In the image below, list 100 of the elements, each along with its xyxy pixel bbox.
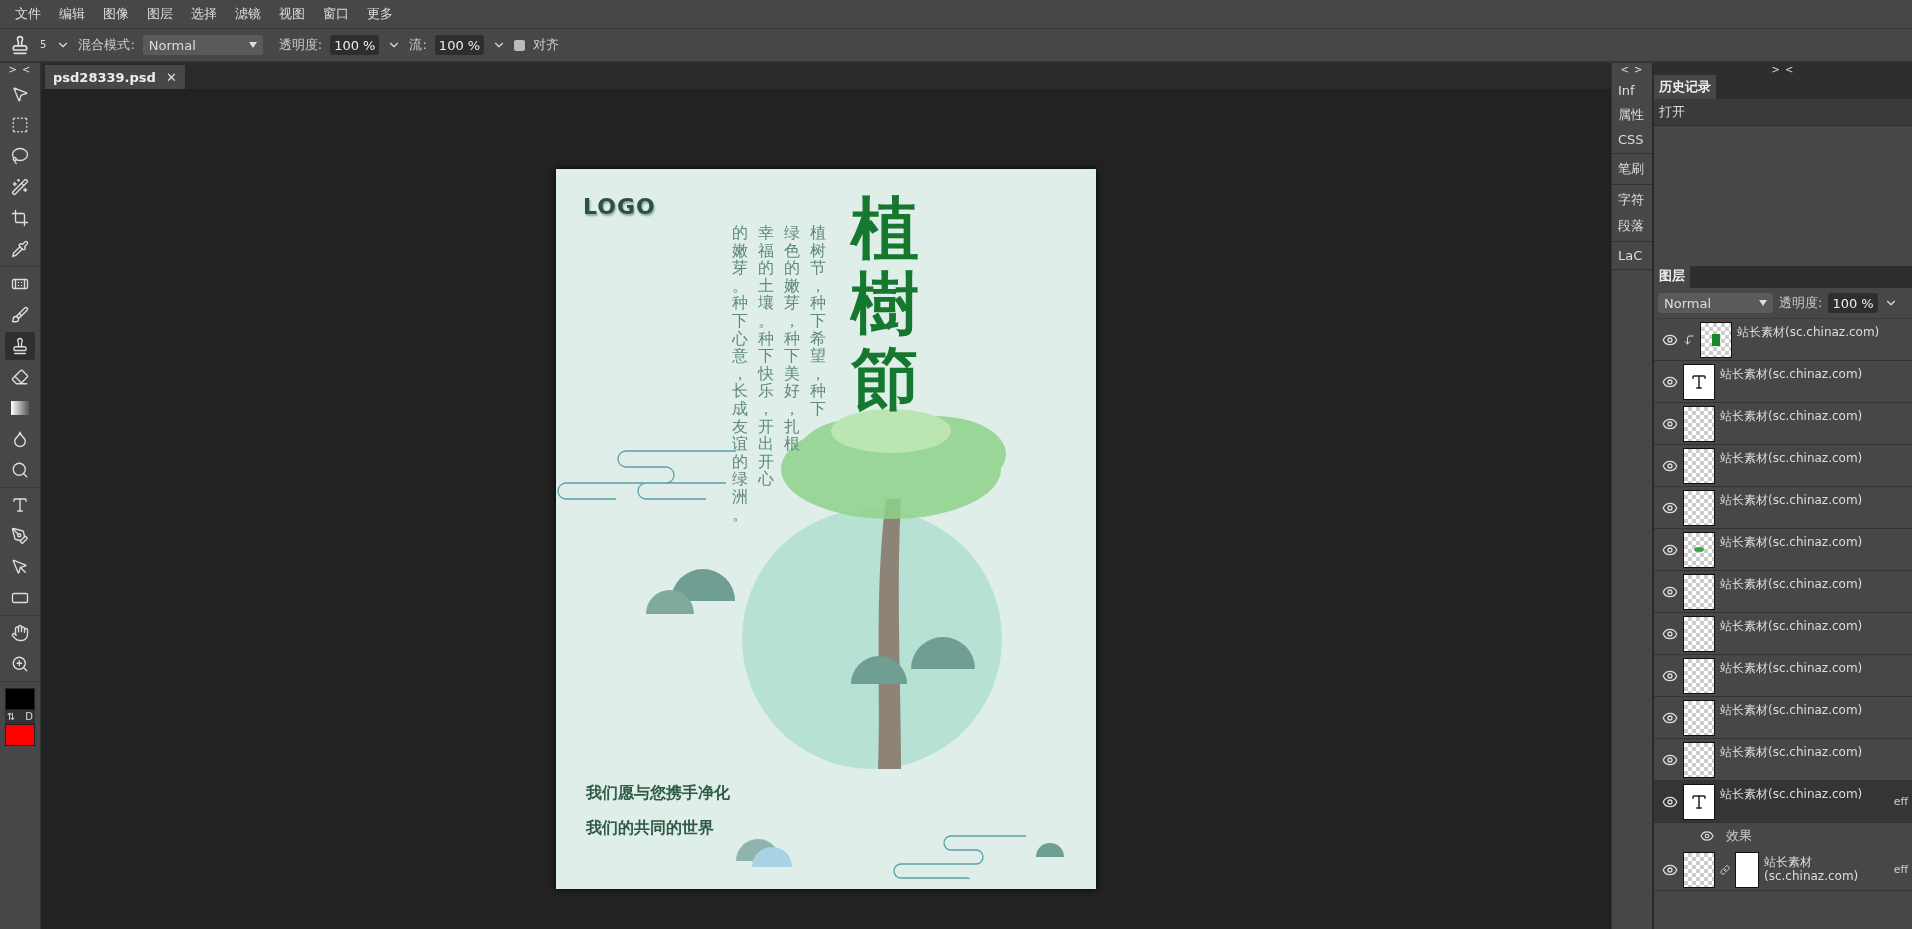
blend-mode-label: 混合模式: [78, 36, 135, 54]
collapse-toggle[interactable]: < > [1612, 63, 1652, 77]
opacity-field[interactable]: 100 % [330, 35, 380, 55]
color-swatch[interactable] [5, 688, 35, 710]
lasso-icon [11, 147, 29, 165]
flow-label: 流: [409, 36, 427, 54]
menu-item[interactable]: 更多 [358, 5, 402, 23]
blend-mode-dropdown[interactable]: Normal [1658, 293, 1773, 313]
opacity-field[interactable]: 100 % [1828, 293, 1878, 313]
panel-tab[interactable]: 段落 [1612, 213, 1652, 239]
layer-name: 站长素材(sc.chinaz.com) [1720, 577, 1864, 591]
layer-name: 站长素材(sc.chinaz.com) [1720, 535, 1864, 549]
zoom-icon [11, 655, 29, 673]
layer-name: 站长素材(sc.chinaz.com) [1737, 325, 1881, 339]
text-layer-icon [1690, 372, 1708, 391]
poster-title: 植樹節 [851, 191, 919, 416]
layer-row[interactable]: 站长素材(sc.chinaz.com) [1654, 613, 1912, 655]
collapse-toggle[interactable]: > < [1654, 63, 1912, 77]
layer-row[interactable]: 站长素材(sc.chinaz.com) [1654, 529, 1912, 571]
layers-tab[interactable]: 图层 [1654, 264, 1690, 288]
layer-name: 站长素材(sc.chinaz.com) [1720, 493, 1864, 507]
layer-name: 站长素材(sc.chinaz.com) [1720, 745, 1864, 759]
collapse-toggle[interactable]: > < [8, 63, 32, 77]
layer-row[interactable]: 站长素材(sc.chinaz.com) [1654, 445, 1912, 487]
move-icon [11, 85, 29, 103]
layer-row[interactable]: 站长素材(sc.chinaz.com) [1654, 403, 1912, 445]
layer-name: 站长素材(sc.chinaz.com) [1720, 661, 1864, 675]
layer-name: 站长素材(sc.chinaz.com) [1720, 703, 1864, 717]
layer-row[interactable]: 站长素材(sc.chinaz.com) eff [1654, 781, 1912, 823]
menu-item[interactable]: 选择 [182, 5, 226, 23]
link-icon [1720, 864, 1730, 875]
menu-item[interactable]: 图像 [94, 5, 138, 23]
panel-tab[interactable]: 字符 [1612, 187, 1652, 213]
default-colors-button[interactable]: D [23, 710, 35, 724]
swap-colors-button[interactable]: ⇅ [5, 710, 18, 724]
menu-item[interactable]: 编辑 [50, 5, 94, 23]
layer-name: 站长素材(sc.chinaz.com) [1720, 409, 1864, 423]
layer-name: 站长素材(sc.chinaz.com) [1720, 367, 1864, 381]
layer-row[interactable]: 站长素材(sc.chinaz.com) [1654, 361, 1912, 403]
eraser-icon [11, 368, 29, 386]
panel-tab[interactable]: CSS [1612, 128, 1652, 151]
layer-name: 站长素材(sc.chinaz.com) [1720, 619, 1864, 633]
caret-icon [248, 42, 257, 48]
history-entry[interactable]: 打开 [1654, 99, 1912, 126]
slogan-line: 我们的共同的世界 [586, 818, 715, 839]
menu-item[interactable]: 窗口 [314, 5, 358, 23]
marquee-icon [11, 116, 29, 134]
leaf-icon [1694, 547, 1704, 552]
panel-tab[interactable]: LaC [1612, 244, 1652, 267]
stamp-icon [11, 337, 29, 355]
eyedropper-icon [11, 240, 29, 258]
menu-item[interactable]: 文件 [6, 5, 50, 23]
verse-line: 幸福的土壤。种下快乐，开出开心 [758, 224, 774, 488]
opacity-label: 透明度: [1779, 294, 1823, 312]
document-tab[interactable]: psd28339.psd ✕ [45, 65, 185, 89]
layer-row[interactable]: 站长素材(sc.chinaz.com) [1654, 487, 1912, 529]
brush-size[interactable]: 5 [38, 38, 49, 52]
verse-line: 植树节，种下希望，种下 [810, 224, 826, 418]
layer-row[interactable]: 站长素材(sc.chinaz.com) [1654, 571, 1912, 613]
layer-name: 站长素材(sc.chinaz.com) [1720, 787, 1864, 801]
logo-text: LOGO [583, 194, 656, 219]
pen-icon [11, 527, 29, 545]
caret-icon [1759, 300, 1767, 306]
panel-tab[interactable]: Inf [1612, 79, 1652, 102]
opacity-label: 透明度: [278, 36, 323, 54]
tool-button[interactable] [5, 332, 35, 360]
panel-tab[interactable]: 属性 [1612, 102, 1652, 128]
effects-label: eff [1893, 795, 1908, 808]
menu-item[interactable]: 滤镜 [226, 5, 270, 23]
crop-icon [11, 209, 29, 227]
align-label: 对齐 [533, 36, 560, 54]
layer-row[interactable]: 站长素材(sc.chinaz.com) [1654, 739, 1912, 781]
stamp-icon[interactable] [10, 35, 30, 55]
history-tab[interactable]: 历史记录 [1654, 75, 1716, 99]
quick-select-icon [11, 178, 29, 196]
panel-tab[interactable]: 笔刷 [1612, 156, 1652, 182]
menu-item[interactable]: 视图 [270, 5, 314, 23]
hand-icon [11, 624, 29, 642]
verse-line: 绿色的嫩芽，种下美好，扎根 [784, 224, 800, 453]
layer-row[interactable]: 站长素材(sc.chinaz.com) [1654, 319, 1912, 361]
color-swatch[interactable] [5, 724, 35, 746]
menu-item[interactable]: 图层 [138, 5, 182, 23]
layer-row[interactable]: 站长素材(sc.chinaz.com) eff [1654, 849, 1912, 891]
blend-mode-dropdown[interactable]: Normal [142, 35, 263, 55]
visibility-eye-icon[interactable] [1700, 829, 1714, 843]
layer-name: 站长素材(sc.chinaz.com) [1764, 855, 1860, 883]
flow-field[interactable]: 100 % [434, 35, 485, 55]
close-button[interactable]: ✕ [165, 69, 177, 85]
effects-label: eff [1893, 863, 1908, 876]
brush-icon [11, 306, 29, 324]
layer-row[interactable]: 站长素材(sc.chinaz.com) [1654, 697, 1912, 739]
align-checkbox[interactable] [514, 39, 526, 51]
verse-line: 的嫩芽。种下心意，长成友谊的绿洲。 [732, 224, 748, 524]
layer-name: 站长素材(sc.chinaz.com) [1720, 451, 1864, 465]
text-layer-icon [1690, 792, 1708, 811]
slogan-line: 我们愿与您携手净化 [586, 783, 730, 804]
layer-row[interactable]: 站长素材(sc.chinaz.com) [1654, 655, 1912, 697]
type-icon [11, 496, 29, 514]
blur-icon [11, 430, 29, 448]
path-select-icon [11, 558, 29, 576]
